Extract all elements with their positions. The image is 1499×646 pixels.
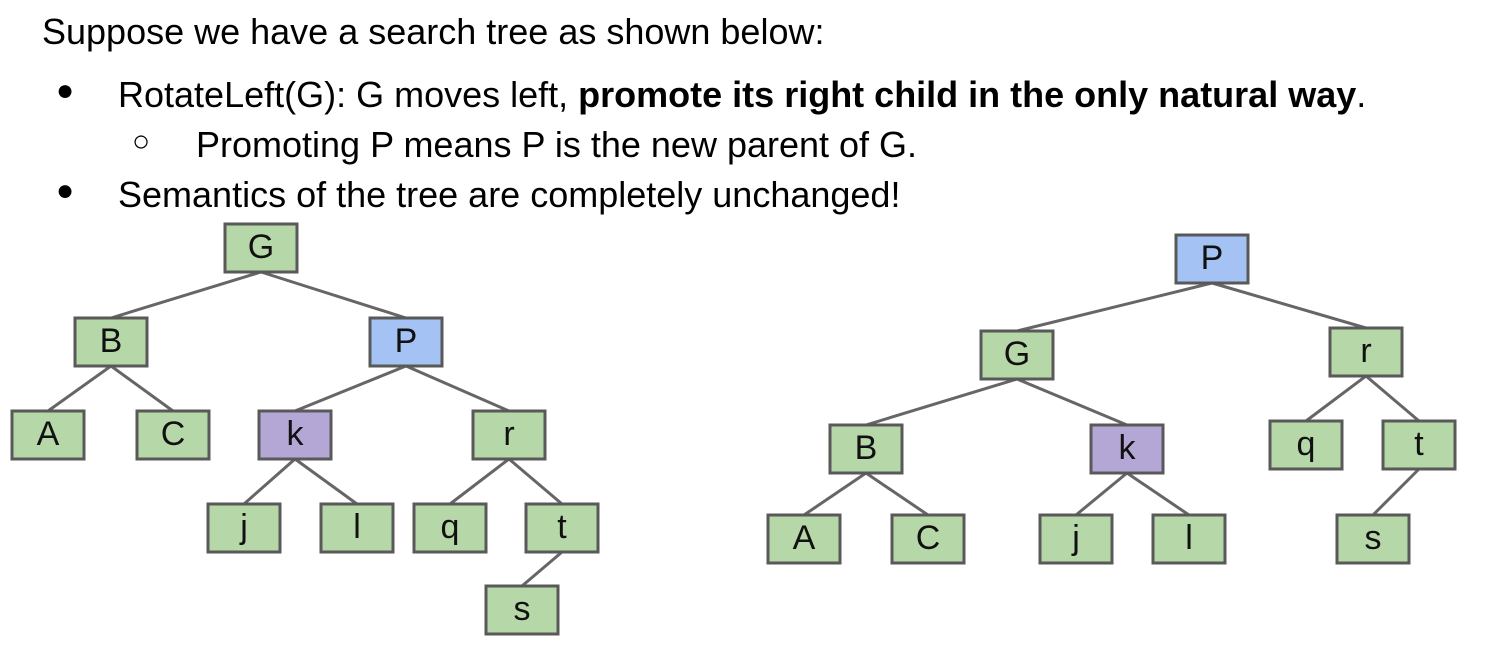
edge-before-G-B xyxy=(110,270,262,320)
node-label: j xyxy=(239,508,248,546)
rotation-diagram: G B P A Ck r j l q t s P G r B k q t A Cj l s xyxy=(10,222,1457,636)
node-label: t xyxy=(1414,425,1424,463)
edge-after-P-r xyxy=(1211,281,1367,330)
node-label: k xyxy=(1119,429,1137,467)
edge-after-r-q xyxy=(1305,374,1367,423)
node-after-k: k xyxy=(1089,423,1165,475)
node-label: B xyxy=(855,429,878,467)
node-before-B: B xyxy=(73,316,149,368)
node-before-j: j xyxy=(206,502,282,554)
node-label: G xyxy=(248,228,274,266)
node-after-C: C xyxy=(890,513,966,565)
node-label: C xyxy=(916,519,941,557)
node-label: s xyxy=(1365,519,1382,557)
edge-before-t-s xyxy=(521,550,563,588)
edge-after-t-s xyxy=(1371,467,1421,517)
edge-after-G-B xyxy=(865,377,1018,427)
node-label: s xyxy=(514,590,531,628)
node-label: B xyxy=(100,322,123,360)
node-before-G: G xyxy=(223,222,299,274)
node-label: q xyxy=(441,508,460,546)
edge-after-k-j xyxy=(1075,471,1128,517)
edge-after-k-l xyxy=(1126,471,1190,517)
node-label: P xyxy=(1201,239,1224,277)
node-before-C: C xyxy=(135,409,211,461)
node-label: t xyxy=(557,508,567,546)
node-label: l xyxy=(1185,519,1193,557)
node-label: k xyxy=(287,415,305,453)
node-after-s: s xyxy=(1335,513,1411,565)
node-before-r: r xyxy=(471,409,547,461)
node-after-l: l xyxy=(1151,513,1227,565)
node-label: q xyxy=(1297,425,1316,463)
node-label: G xyxy=(1004,335,1030,373)
edge-before-k-l xyxy=(294,457,358,506)
node-after-j: j xyxy=(1038,513,1114,565)
node-label: C xyxy=(161,415,186,453)
edge-after-P-G xyxy=(1016,281,1213,333)
node-label: r xyxy=(503,415,514,453)
node-after-B: B xyxy=(828,423,904,475)
node-after-A: A xyxy=(766,513,842,565)
edge-before-G-P xyxy=(260,270,407,320)
edge-after-r-t xyxy=(1365,374,1420,423)
edge-before-B-A xyxy=(47,364,112,413)
node-label: A xyxy=(37,415,60,453)
edge-before-r-q xyxy=(449,457,510,506)
node-label: j xyxy=(1071,519,1080,557)
edge-before-P-k xyxy=(294,364,407,413)
edge-after-G-k xyxy=(1016,377,1128,427)
node-before-s: s xyxy=(484,584,560,636)
edge-before-k-j xyxy=(243,457,296,506)
node-before-l: l xyxy=(319,502,395,554)
node-label: P xyxy=(395,322,418,360)
node-before-q: q xyxy=(412,502,488,554)
node-after-r: r xyxy=(1328,326,1404,378)
node-after-q: q xyxy=(1268,419,1344,471)
tree-after: P G r B k q t A Cj l s xyxy=(766,233,1457,565)
node-after-G: G xyxy=(979,329,1055,381)
tree-before: G B P A Ck r j l q t s xyxy=(10,222,600,636)
node-before-P: P xyxy=(368,316,444,368)
node-label: A xyxy=(793,519,816,557)
node-after-P: P xyxy=(1174,233,1250,285)
edge-before-B-C xyxy=(110,364,174,413)
node-before-t: t xyxy=(524,502,600,554)
node-label: r xyxy=(1360,332,1371,370)
edge-before-r-t xyxy=(508,457,563,506)
edge-after-B-C xyxy=(865,471,929,517)
edge-after-B-A xyxy=(803,471,867,517)
node-label: l xyxy=(353,508,361,546)
node-before-k: k xyxy=(257,409,333,461)
node-before-A: A xyxy=(10,409,86,461)
edge-before-P-r xyxy=(405,364,510,413)
node-after-t: t xyxy=(1381,419,1457,471)
